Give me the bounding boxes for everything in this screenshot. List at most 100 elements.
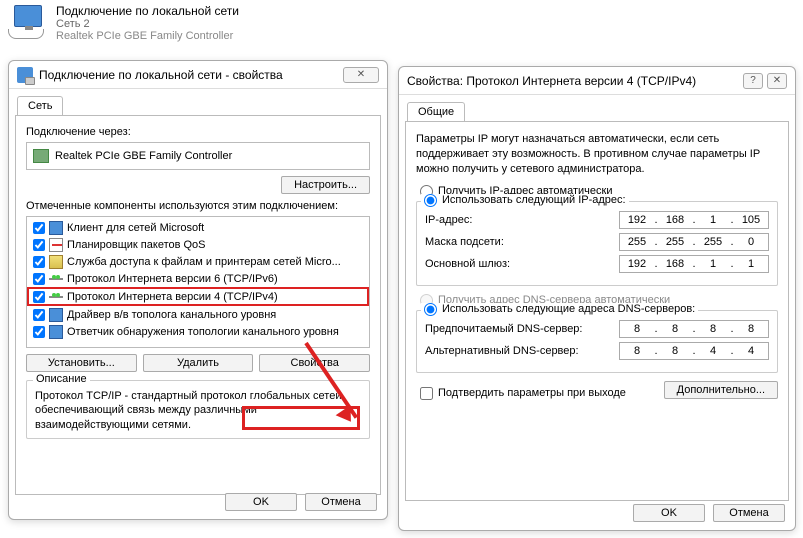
ip-octet[interactable]: 8 — [696, 323, 730, 335]
dns1-input[interactable]: 8. 8. 8. 8 — [619, 320, 769, 338]
radio-input[interactable] — [424, 303, 437, 316]
advanced-button[interactable]: Дополнительно... — [664, 381, 778, 399]
ip-octet[interactable]: 0 — [734, 236, 768, 248]
window-icon — [17, 67, 33, 83]
radio-manual-dns[interactable]: Использовать следующие адреса DNS-сервер… — [421, 303, 698, 316]
ip-octet[interactable]: 105 — [734, 214, 768, 226]
adapter-name: Realtek PCIe GBE Family Controller — [56, 30, 239, 42]
close-button[interactable]: ✕ — [343, 67, 379, 83]
connection-icon — [8, 5, 48, 41]
item-label: Драйвер в/в тополога канального уровня — [67, 309, 276, 321]
connection-title: Подключение по локальной сети — [56, 4, 239, 18]
list-item[interactable]: Служба доступа к файлам и принтерам сете… — [27, 253, 369, 270]
tab-body: Параметры IP могут назначаться автоматич… — [405, 121, 789, 501]
network-name: Сеть 2 — [56, 18, 239, 30]
list-item[interactable]: Ответчик обнаружения топологии канальног… — [27, 323, 369, 340]
connect-via-label: Подключение через: — [26, 126, 370, 138]
checkbox[interactable] — [33, 326, 45, 338]
ip-octet[interactable]: 255 — [620, 236, 654, 248]
nic-icon — [33, 149, 49, 163]
item-label: Протокол Интернета версии 4 (TCP/IPv4) — [67, 291, 278, 303]
checkbox[interactable] — [33, 256, 45, 268]
driver-icon — [49, 308, 63, 322]
ip-octet[interactable]: 168 — [658, 214, 692, 226]
ip-octet[interactable]: 168 — [658, 258, 692, 270]
ip-group: Использовать следующий IP-адрес: IP-адре… — [416, 201, 778, 286]
ip-octet[interactable]: 1 — [734, 258, 768, 270]
ip-octet[interactable]: 4 — [734, 345, 768, 357]
qos-icon — [49, 238, 63, 252]
connection-properties-window: Подключение по локальной сети - свойства… — [8, 60, 388, 520]
titlebar[interactable]: Свойства: Протокол Интернета версии 4 (T… — [399, 67, 795, 95]
description-group: Описание Протокол TCP/IP - стандартный п… — [26, 380, 370, 439]
checkbox[interactable] — [33, 291, 45, 303]
client-icon — [49, 221, 63, 235]
checkbox[interactable] — [33, 222, 45, 234]
ip-octet[interactable]: 8 — [620, 345, 654, 357]
ip-octet[interactable]: 8 — [658, 323, 692, 335]
gateway-input[interactable]: 192. 168. 1. 1 — [619, 255, 769, 273]
dns1-row: Предпочитаемый DNS-сервер: 8. 8. 8. 8 — [425, 320, 769, 338]
connection-header: Подключение по локальной сети Сеть 2 Rea… — [0, 0, 803, 46]
ip-octet[interactable]: 8 — [658, 345, 692, 357]
confirm-checkbox[interactable] — [420, 387, 433, 400]
mask-label: Маска подсети: — [425, 236, 619, 248]
ip-octet[interactable]: 255 — [696, 236, 730, 248]
help-button[interactable]: ? — [743, 73, 763, 89]
ip-octet[interactable]: 192 — [620, 258, 654, 270]
mask-input[interactable]: 255. 255. 255. 0 — [619, 233, 769, 251]
description-title: Описание — [33, 373, 90, 385]
ok-button[interactable]: OK — [633, 504, 705, 522]
tab-general[interactable]: Общие — [407, 102, 465, 122]
list-item[interactable]: Протокол Интернета версии 6 (TCP/IPv6) — [27, 270, 369, 287]
radio-input[interactable] — [424, 194, 437, 207]
close-button[interactable]: ✕ — [767, 73, 787, 89]
gateway-label: Основной шлюз: — [425, 258, 619, 270]
ip-octet[interactable]: 1 — [696, 258, 730, 270]
remove-button[interactable]: Удалить — [143, 354, 254, 372]
checkbox[interactable] — [33, 309, 45, 321]
confirm-checkbox-row[interactable]: Подтвердить параметры при выходе — [416, 387, 626, 400]
titlebar[interactable]: Подключение по локальной сети - свойства… — [9, 61, 387, 89]
item-label: Ответчик обнаружения топологии канальног… — [67, 326, 339, 338]
ip-octet[interactable]: 255 — [658, 236, 692, 248]
tab-network[interactable]: Сеть — [17, 96, 63, 116]
close-icon: ✕ — [773, 75, 781, 86]
confirm-label: Подтвердить параметры при выходе — [438, 387, 626, 399]
checkbox[interactable] — [33, 273, 45, 285]
list-item[interactable]: Планировщик пакетов QoS — [27, 236, 369, 253]
cancel-button[interactable]: Отмена — [713, 504, 785, 522]
item-label: Планировщик пакетов QoS — [67, 239, 206, 251]
radio-manual-ip[interactable]: Использовать следующий IP-адрес: — [421, 194, 629, 207]
checkbox[interactable] — [33, 239, 45, 251]
tabstrip: Сеть — [9, 89, 387, 115]
adapter-text: Realtek PCIe GBE Family Controller — [55, 150, 232, 162]
item-label: Служба доступа к файлам и принтерам сете… — [67, 256, 341, 268]
cancel-button[interactable]: Отмена — [305, 493, 377, 511]
window-title: Подключение по локальной сети - свойства — [39, 68, 283, 82]
install-button[interactable]: Установить... — [26, 354, 137, 372]
ipv4-properties-window: Свойства: Протокол Интернета версии 4 (T… — [398, 66, 796, 531]
ip-octet[interactable]: 192 — [620, 214, 654, 226]
ip-label: IP-адрес: — [425, 214, 619, 226]
dns1-label: Предпочитаемый DNS-сервер: — [425, 323, 619, 335]
tabstrip: Общие — [399, 95, 795, 121]
mask-row: Маска подсети: 255. 255. 255. 0 — [425, 233, 769, 251]
list-item[interactable]: Драйвер в/в тополога канального уровня — [27, 306, 369, 323]
ip-octet[interactable]: 8 — [620, 323, 654, 335]
dns2-input[interactable]: 8. 8. 4. 4 — [619, 342, 769, 360]
tab-body: Подключение через: Realtek PCIe GBE Fami… — [15, 115, 381, 495]
protocol-icon — [49, 272, 63, 286]
responder-icon — [49, 325, 63, 339]
list-item[interactable]: Клиент для сетей Microsoft — [27, 219, 369, 236]
list-item-ipv4[interactable]: Протокол Интернета версии 4 (TCP/IPv4) — [27, 287, 369, 306]
configure-button[interactable]: Настроить... — [281, 176, 370, 194]
radio-label: Использовать следующие адреса DNS-сервер… — [442, 303, 695, 315]
ok-button[interactable]: OK — [225, 493, 297, 511]
ip-input[interactable]: 192. 168. 1. 105 — [619, 211, 769, 229]
components-list[interactable]: Клиент для сетей Microsoft Планировщик п… — [26, 216, 370, 348]
adapter-box: Realtek PCIe GBE Family Controller — [26, 142, 370, 170]
ip-octet[interactable]: 8 — [734, 323, 768, 335]
ip-octet[interactable]: 1 — [696, 214, 730, 226]
ip-octet[interactable]: 4 — [696, 345, 730, 357]
